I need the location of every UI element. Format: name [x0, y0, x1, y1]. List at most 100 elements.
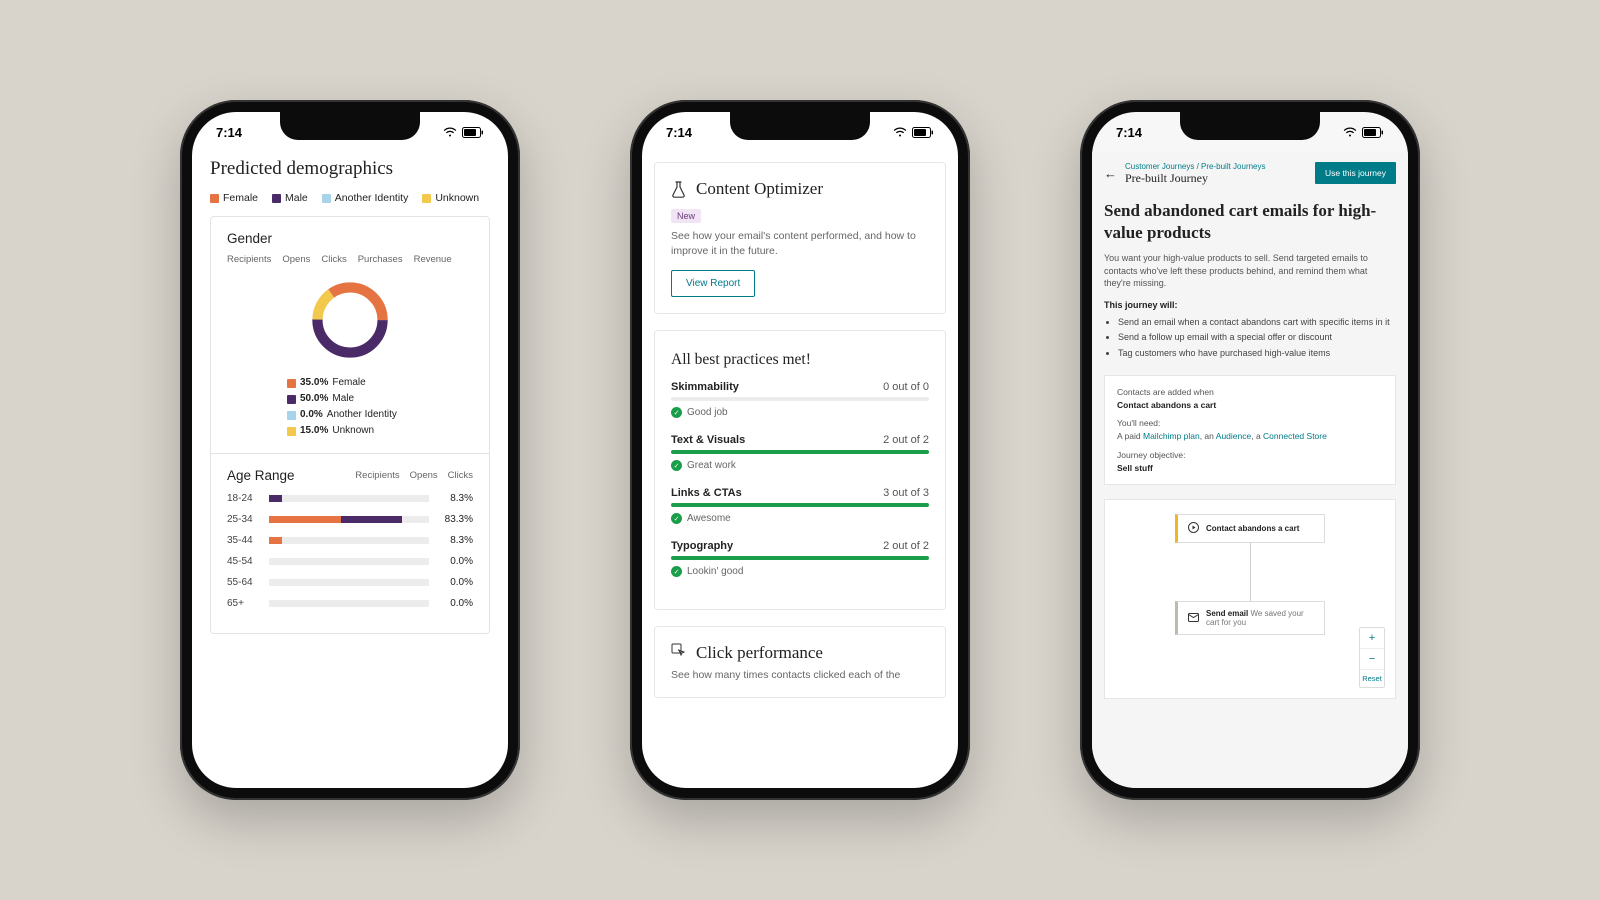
optimizer-title: Content Optimizer	[696, 179, 823, 199]
optimizer-desc: See how your email's content performed, …	[671, 229, 929, 258]
zoom-controls: + − Reset	[1359, 627, 1385, 688]
tab-opens[interactable]: Opens	[282, 254, 310, 265]
gender-donut-chart	[307, 277, 393, 363]
obj-label: Journey objective:	[1117, 450, 1186, 460]
age-row: 65+0.0%	[227, 598, 473, 609]
gender-breakdown: 35.0% Female50.0% Male0.0% Another Ident…	[287, 375, 473, 439]
age-row: 55-640.0%	[227, 577, 473, 588]
phone-demographics: 7:14 Predicted demographics FemaleMaleAn…	[180, 100, 520, 800]
journey-desc: You want your high-value products to sel…	[1104, 252, 1396, 290]
phone-journey: 7:14 ← Customer Journeys / Pre-built Jou…	[1080, 100, 1420, 800]
journey-info-card: Contacts are added when Contact abandons…	[1104, 375, 1396, 486]
journey-node-email[interactable]: Send email We saved your cart for you	[1175, 601, 1325, 635]
header-title: Pre-built Journey	[1125, 171, 1266, 186]
check-icon: ✓	[671, 407, 682, 418]
battery-icon	[1362, 127, 1384, 138]
gender-title: Gender	[227, 231, 473, 246]
play-icon	[1188, 522, 1199, 535]
page-title: Predicted demographics	[210, 158, 490, 180]
battery-icon	[912, 127, 934, 138]
wifi-icon	[1343, 127, 1357, 138]
zoom-out-button[interactable]: −	[1360, 649, 1384, 670]
notch	[280, 112, 420, 140]
age-bars: 18-248.3% 25-3483.3% 35-448.3% 45-540.0% 55-…	[227, 493, 473, 609]
wifi-icon	[893, 127, 907, 138]
status-time: 7:14	[666, 125, 692, 140]
tab-recipients[interactable]: Recipients	[355, 470, 399, 481]
zoom-reset-button[interactable]: Reset	[1360, 670, 1384, 687]
wifi-icon	[443, 127, 457, 138]
connector-line	[1250, 543, 1251, 601]
added-value: Contact abandons a cart	[1117, 399, 1383, 412]
mail-icon	[1188, 613, 1199, 624]
tab-opens[interactable]: Opens	[410, 470, 438, 481]
journey-node-start[interactable]: Contact abandons a cart	[1175, 514, 1325, 543]
age-row: 18-248.3%	[227, 493, 473, 504]
click-performance-card: Click performance See how many times con…	[654, 626, 946, 698]
breakdown-row: 0.0% Another Identity	[287, 407, 473, 423]
check-icon: ✓	[671, 513, 682, 524]
use-journey-button[interactable]: Use this journey	[1315, 162, 1396, 184]
status-time: 7:14	[216, 125, 242, 140]
will-item: Send a follow up email with a special of…	[1118, 330, 1396, 345]
legend-item: Male	[272, 192, 308, 204]
link-store[interactable]: Connected Store	[1263, 431, 1327, 441]
tab-clicks[interactable]: Clicks	[448, 470, 473, 481]
age-row: 25-3483.3%	[227, 514, 473, 525]
link-plan[interactable]: Mailchimp plan	[1143, 431, 1200, 441]
practice-item: Typography2 out of 2 ✓Lookin' good	[671, 540, 929, 577]
added-label: Contacts are added when	[1117, 387, 1214, 397]
breadcrumb[interactable]: Customer Journeys / Pre-built Journeys	[1125, 162, 1266, 171]
legend-item: Another Identity	[322, 192, 409, 204]
view-report-button[interactable]: View Report	[671, 270, 755, 297]
age-row: 45-540.0%	[227, 556, 473, 567]
obj-value: Sell stuff	[1117, 462, 1383, 475]
tab-revenue[interactable]: Revenue	[414, 254, 452, 265]
new-badge: New	[671, 209, 701, 223]
journey-header: ← Customer Journeys / Pre-built Journeys…	[1104, 162, 1396, 186]
check-icon: ✓	[671, 460, 682, 471]
click-perf-title: Click performance	[696, 643, 823, 663]
age-section: Age Range Recipients Opens Clicks 18-248.3…	[211, 454, 489, 633]
tab-recipients[interactable]: Recipients	[227, 254, 271, 265]
optimizer-card: Content Optimizer New See how your email…	[654, 162, 946, 314]
practices-card: All best practices met! Skimmability0 ou…	[654, 330, 946, 610]
journey-title: Send abandoned cart emails for high-valu…	[1104, 200, 1396, 244]
age-title: Age Range	[227, 468, 295, 483]
breakdown-row: 35.0% Female	[287, 375, 473, 391]
demographics-card: Gender Recipients Opens Clicks Purchases Rev…	[210, 216, 490, 634]
click-icon	[671, 643, 686, 663]
status-time: 7:14	[1116, 125, 1142, 140]
journey-canvas[interactable]: Contact abandons a cart Send email We sa…	[1104, 499, 1396, 699]
will-item: Send an email when a contact abandons ca…	[1118, 315, 1396, 330]
tab-clicks[interactable]: Clicks	[321, 254, 346, 265]
gender-section: Gender Recipients Opens Clicks Purchases Rev…	[211, 217, 489, 454]
flask-icon	[671, 181, 686, 198]
legend-item: Unknown	[422, 192, 479, 204]
link-audience[interactable]: Audience	[1216, 431, 1251, 441]
gender-legend: FemaleMaleAnother IdentityUnknown	[210, 192, 490, 204]
check-icon: ✓	[671, 566, 682, 577]
practice-item: Skimmability0 out of 0 ✓Good job	[671, 381, 929, 418]
will-label: This journey will:	[1104, 300, 1396, 310]
notch	[1180, 112, 1320, 140]
node-email-action: Send email	[1206, 609, 1248, 618]
will-list: Send an email when a contact abandons ca…	[1104, 315, 1396, 361]
breakdown-row: 15.0% Unknown	[287, 423, 473, 439]
need-label: You'll need:	[1117, 418, 1160, 428]
age-tabs[interactable]: Recipients Opens Clicks	[355, 470, 473, 481]
battery-icon	[462, 127, 484, 138]
back-icon[interactable]: ←	[1104, 166, 1117, 181]
zoom-in-button[interactable]: +	[1360, 628, 1384, 649]
phone-optimizer: 7:14 Content Optimizer New See how your …	[630, 100, 970, 800]
age-row: 35-448.3%	[227, 535, 473, 546]
tab-purchases[interactable]: Purchases	[358, 254, 403, 265]
practice-item: Links & CTAs3 out of 3 ✓Awesome	[671, 487, 929, 524]
practices-title: All best practices met!	[671, 351, 929, 369]
breakdown-row: 50.0% Male	[287, 391, 473, 407]
click-perf-desc: See how many times contacts clicked each…	[671, 669, 929, 681]
practice-item: Text & Visuals2 out of 2 ✓Great work	[671, 434, 929, 471]
will-item: Tag customers who have purchased high-va…	[1118, 346, 1396, 361]
gender-tabs[interactable]: Recipients Opens Clicks Purchases Revenue	[227, 254, 473, 265]
notch	[730, 112, 870, 140]
